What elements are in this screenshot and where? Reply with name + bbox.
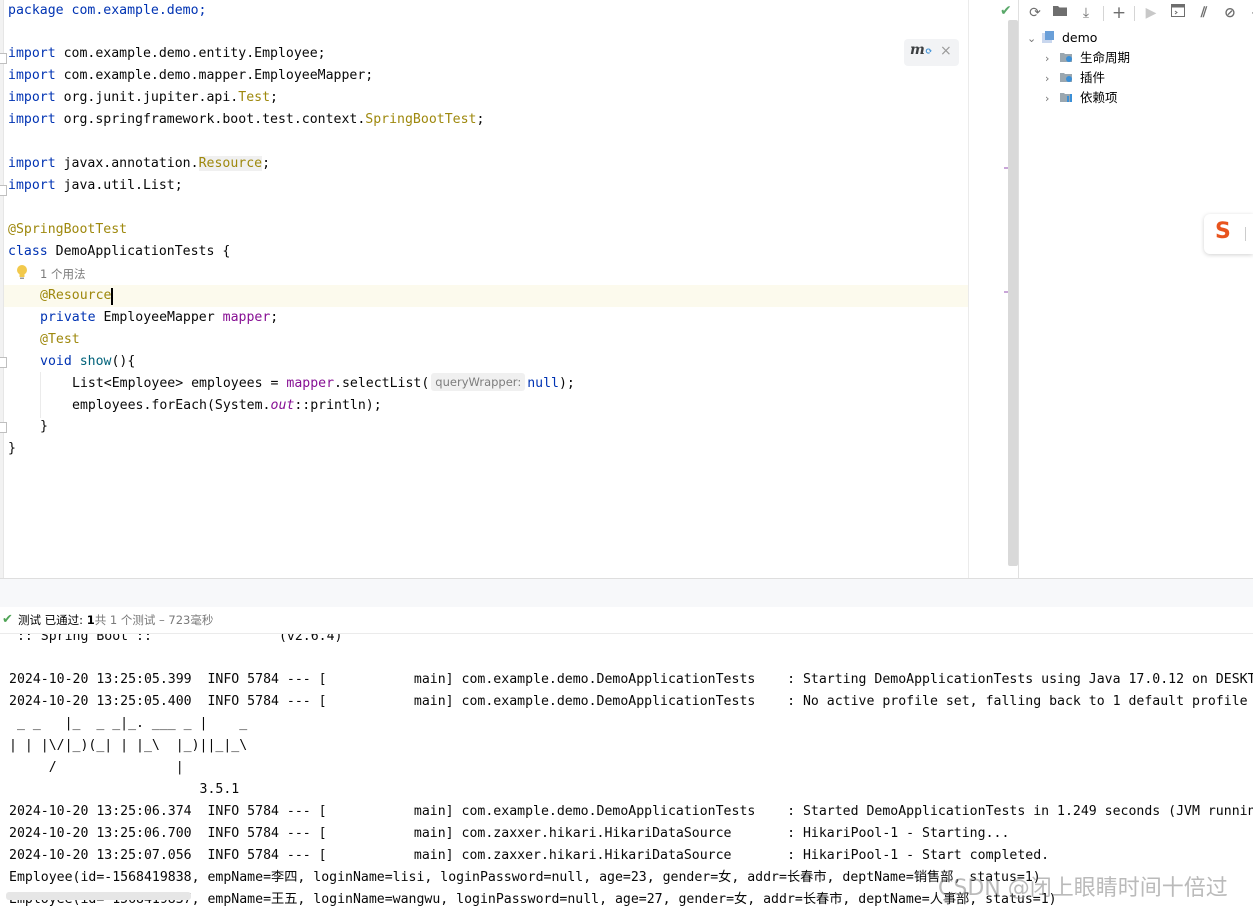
code-line: @SpringBootTest	[8, 222, 128, 237]
fold-marker[interactable]	[0, 53, 7, 64]
console-line: 2024-10-20 13:25:05.400 INFO 5784 --- [ …	[9, 694, 1248, 709]
reload-icon[interactable]: ⟳	[1026, 4, 1044, 22]
code-line: }	[40, 419, 48, 434]
skip-tests-icon[interactable]: ⊘	[1221, 4, 1239, 22]
code-line: void show(){	[40, 354, 136, 369]
code-line: }	[8, 441, 16, 456]
code-line: import org.junit.jupiter.api.Test;	[8, 90, 278, 105]
console-line: 3.5.1	[9, 782, 240, 797]
code-line: package com.example.demo;	[8, 3, 207, 18]
console-line: 2024-10-20 13:25:06.374 INFO 5784 --- [ …	[9, 804, 1253, 819]
inspection-ok-icon[interactable]: ✔	[1000, 3, 1012, 19]
vertical-scrollbar[interactable]	[1008, 20, 1018, 566]
input-method-widget[interactable]: S	[1204, 214, 1253, 254]
maven-module-icon	[1041, 31, 1054, 43]
chevron-right-icon[interactable]: ›	[1045, 89, 1055, 109]
console-line: :: Spring Boot :: (v2.6.4)	[9, 634, 343, 644]
tree-item-plugins[interactable]: › 插件	[1045, 68, 1105, 88]
console-line: | | |\/|_)(_| | |_\ |_)||_|_\	[9, 738, 248, 753]
close-icon[interactable]: ×	[940, 43, 952, 59]
toolbar-separator	[1103, 6, 1104, 21]
tree-root-demo[interactable]: ⌄ demo	[1027, 28, 1097, 48]
test-status-text: 测试 已通过: 1共 1 个测试 – 723毫秒	[18, 613, 214, 627]
execute-goal-icon[interactable]	[1169, 4, 1187, 22]
toggle-offline-icon[interactable]: ⫽	[1195, 4, 1213, 22]
text-caret	[111, 288, 113, 305]
test-status-bar: ✔ 测试 已通过: 1共 1 个测试 – 723毫秒	[0, 607, 1253, 634]
toolbar-separator	[1134, 6, 1135, 21]
console-line: Employee(id=-1568419838, empName=李四, log…	[9, 870, 1041, 885]
usage-hint[interactable]: 1 个用法	[40, 265, 85, 283]
code-line: @Resource	[40, 288, 112, 303]
code-line: import com.example.demo.entity.Employee;	[8, 46, 326, 61]
tree-item-dependencies[interactable]: › 依赖项	[1045, 88, 1117, 108]
test-passed-icon: ✔	[2, 612, 13, 627]
folder-refresh-icon[interactable]	[1051, 4, 1069, 22]
console-line: / |	[9, 760, 184, 775]
fold-marker[interactable]	[0, 357, 7, 368]
horizontal-scrollbar[interactable]	[6, 892, 191, 900]
more-icon[interactable]: -	[1245, 4, 1253, 22]
watermark: CSDN @闭上眼睛时间十倍过	[938, 876, 1228, 901]
download-icon[interactable]: ⤓	[1077, 4, 1095, 22]
code-line: import com.example.demo.mapper.EmployeeM…	[8, 68, 374, 83]
add-icon[interactable]: +	[1110, 4, 1128, 22]
code-line: import org.springframework.boot.test.con…	[8, 112, 485, 127]
lightbulb-icon[interactable]	[16, 264, 28, 280]
code-editor[interactable]: package com.example.demo; import com.exa…	[0, 0, 968, 578]
parameter-hint: queryWrapper:	[431, 373, 526, 391]
console-output[interactable]: :: Spring Boot :: (v2.6.4) 2024-10-20 13…	[0, 634, 1253, 910]
chevron-right-icon[interactable]: ›	[1045, 69, 1055, 89]
widget-divider	[1245, 227, 1246, 241]
maven-panel: ⟳ ⤓ + ▶ ⫽ ⊘ - ⌄ demo › 生命周期 › 插件 › 依赖项	[1018, 0, 1253, 578]
chevron-down-icon[interactable]: ⌄	[1027, 29, 1037, 49]
maven-load-changes-popup[interactable]: m⟳ ×	[904, 39, 959, 66]
current-line-highlight	[4, 285, 968, 307]
tree-item-lifecycle[interactable]: › 生命周期	[1045, 48, 1130, 68]
code-line: import javax.annotation.Resource;	[8, 156, 271, 171]
console-line: 2024-10-20 13:25:06.700 INFO 5784 --- [ …	[9, 826, 1010, 841]
code-line: @Test	[40, 332, 80, 347]
dependencies-folder-icon	[1059, 93, 1072, 102]
code-line: private EmployeeMapper mapper;	[40, 310, 279, 325]
code-line: employees.forEach(System.out::println);	[72, 398, 382, 413]
code-line: class DemoApplicationTests {	[8, 244, 231, 259]
tree-item-label: 插件	[1079, 70, 1105, 85]
sogou-s-icon[interactable]: S	[1215, 219, 1231, 244]
tool-window-divider[interactable]	[0, 578, 1253, 608]
tree-item-label: 依赖项	[1079, 90, 1118, 105]
tree-item-label: 生命周期	[1079, 50, 1130, 65]
fold-marker[interactable]	[0, 422, 7, 433]
maven-reload-icon[interactable]: m⟳	[910, 42, 932, 58]
code-line: List<Employee> employees = mapper.select…	[72, 373, 575, 391]
indent-guide	[40, 372, 41, 418]
console-line: 2024-10-20 13:25:05.399 INFO 5784 --- [ …	[9, 672, 1253, 687]
code-line: import java.util.List;	[8, 178, 183, 193]
chevron-right-icon[interactable]: ›	[1045, 49, 1055, 69]
plugins-folder-icon	[1059, 73, 1072, 82]
run-icon[interactable]: ▶	[1142, 4, 1160, 22]
console-line: _ _ |_ _ _|_. ___ _ | _	[9, 716, 248, 731]
fold-marker[interactable]	[0, 185, 7, 196]
tree-root-label: demo	[1061, 30, 1098, 45]
maven-toolbar: ⟳ ⤓ + ▶ ⫽ ⊘ -	[1019, 0, 1253, 27]
console-line: 2024-10-20 13:25:07.056 INFO 5784 --- [ …	[9, 848, 1050, 863]
lifecycle-folder-icon	[1059, 53, 1072, 62]
